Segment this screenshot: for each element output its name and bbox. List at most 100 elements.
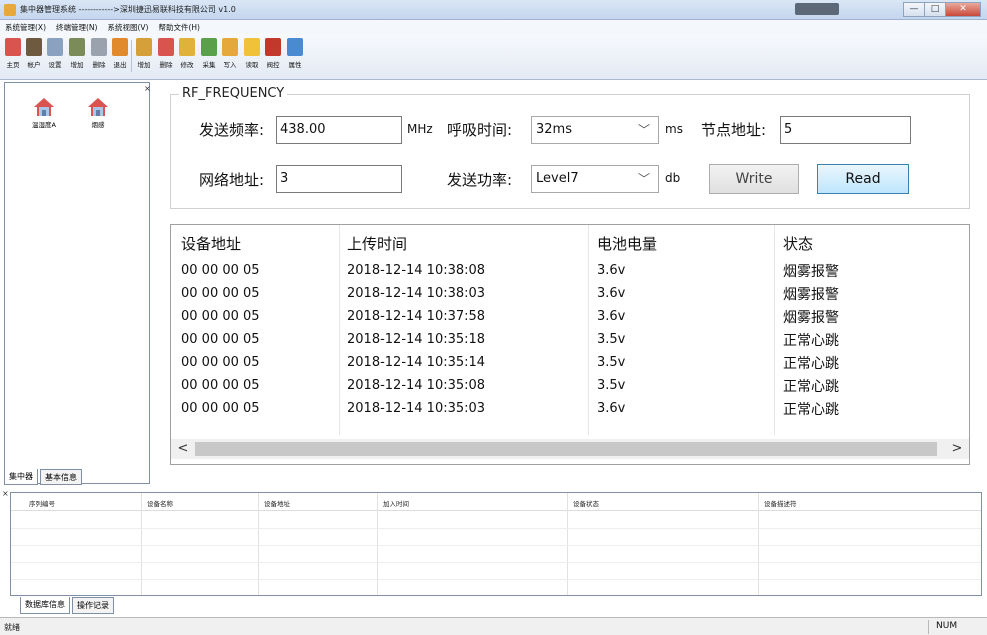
toolbar-button-label: 采集 [202, 61, 216, 69]
column-header[interactable]: 上传时间 [347, 233, 407, 254]
column-header[interactable]: 设备状态 [573, 498, 599, 508]
toolbar-button-label: 修改 [180, 61, 194, 69]
delete-icon [91, 38, 107, 56]
cell-device-address: 00 00 00 05 [181, 332, 260, 347]
cell-device-address: 00 00 00 05 [181, 286, 260, 301]
toolbar-button[interactable]: 修改 [178, 36, 196, 78]
tab-database-info[interactable]: 数据库信息 [20, 597, 70, 614]
breath-time-select[interactable]: 32ms ﹀ [531, 116, 659, 144]
cell-battery: 3.6v [597, 309, 626, 324]
table-row[interactable]: 00 00 00 05 2018-12-14 10:35:08 3.5v 正常心跳 [171, 374, 969, 397]
tab-concentrator[interactable]: 集中器 [4, 469, 38, 485]
column-header[interactable]: 加入时间 [383, 498, 409, 508]
cell-status: 正常心跳 [783, 379, 839, 395]
toolbar-button[interactable]: 写入 [221, 36, 239, 78]
device-item-temp-humidity[interactable]: 温湿度A [19, 97, 69, 129]
toolbar-button[interactable]: 阀控 [264, 36, 282, 78]
cell-status: 正常心跳 [783, 402, 839, 418]
column-header[interactable]: 设备地址 [264, 498, 290, 508]
toolbar-button[interactable]: 属性 [286, 36, 304, 78]
toolbar-button[interactable]: 增加 [68, 36, 86, 78]
left-panel-tabs: 集中器 基本信息 [4, 469, 84, 485]
read-button[interactable]: Read [817, 164, 909, 194]
toolbar-button-label: 读取 [245, 61, 259, 69]
column-header[interactable]: 设备描述符 [764, 498, 797, 508]
status-text: 就绪 [4, 623, 20, 632]
toolbar-button[interactable]: 退出 [111, 36, 129, 78]
send-power-select[interactable]: Level7 ﹀ [531, 165, 659, 193]
menu-bar: 系统管理(X) 终端管理(N) 系统视图(V) 帮助文件(H) [0, 20, 987, 34]
horizontal-scrollbar[interactable]: < > [171, 439, 969, 459]
gear-icon [47, 38, 63, 56]
send-frequency-input[interactable]: 438.00 [276, 116, 402, 144]
chevron-down-icon: ﹀ [637, 123, 650, 137]
user-icon [26, 38, 42, 56]
breath-time-value: 32ms [536, 122, 572, 137]
send-power-unit: db [665, 171, 681, 185]
column-header[interactable]: 设备地址 [181, 233, 241, 254]
menu-view[interactable]: 系统视图(V) [102, 20, 153, 34]
table-row[interactable]: 00 00 00 05 2018-12-14 10:35:14 3.5v 正常心跳 [171, 351, 969, 374]
toolbar-button[interactable]: 设置 [46, 36, 64, 78]
tab-operation-log[interactable]: 操作记录 [72, 597, 114, 614]
scroll-thumb[interactable] [195, 442, 937, 456]
cell-upload-time: 2018-12-14 10:38:03 [347, 286, 486, 301]
cell-status: 烟雾报警 [783, 287, 839, 303]
cell-device-address: 00 00 00 05 [181, 263, 260, 278]
cell-status: 正常心跳 [783, 356, 839, 372]
device-item-smoke[interactable]: 烟感 [73, 97, 123, 129]
scroll-right-icon[interactable]: > [949, 441, 965, 456]
minimize-button[interactable]: — [903, 2, 925, 17]
bottom-panel-close-icon[interactable]: × [2, 489, 9, 498]
table-row[interactable]: 00 00 00 05 2018-12-14 10:37:58 3.6v 烟雾报警 [171, 305, 969, 328]
table-row[interactable]: 00 00 00 05 2018-12-14 10:35:03 3.6v 正常心跳 [171, 397, 969, 420]
house-icon [87, 97, 109, 117]
toolbar-button[interactable]: 主页 [4, 36, 22, 78]
toolbar-button[interactable]: 删除 [90, 36, 108, 78]
left-panel-close-icon[interactable]: × [144, 84, 151, 93]
scroll-left-icon[interactable]: < [175, 441, 191, 456]
device-data-grid: 设备地址 上传时间 电池电量 状态 00 00 00 05 2018-12-14 … [170, 224, 970, 465]
toolbar-button[interactable]: 增加 [135, 36, 153, 78]
toolbar-button[interactable]: 删除 [157, 36, 175, 78]
tab-basic-info[interactable]: 基本信息 [40, 469, 82, 485]
column-header[interactable]: 设备名称 [147, 498, 173, 508]
table-row[interactable]: 00 00 00 05 2018-12-14 10:38:08 3.6v 烟雾报警 [171, 259, 969, 282]
column-header[interactable]: 序列编号 [29, 498, 55, 508]
toolbar-button-label: 帐户 [27, 61, 41, 69]
send-power-label: 发送功率: [447, 171, 513, 189]
menu-help[interactable]: 帮助文件(H) [153, 20, 205, 34]
toolbar-button-label: 主页 [6, 61, 20, 69]
menu-system[interactable]: 系统管理(X) [0, 20, 51, 34]
house-icon [33, 97, 55, 117]
table-row[interactable]: 00 00 00 05 2018-12-14 10:38:03 3.6v 烟雾报警 [171, 282, 969, 305]
toolbar-button[interactable]: 采集 [200, 36, 218, 78]
close-button[interactable]: ✕ [945, 2, 981, 17]
menu-terminal[interactable]: 终端管理(N) [51, 20, 102, 34]
toolbar-button-label: 退出 [113, 61, 127, 69]
add-bank-icon [69, 38, 85, 56]
group-title: RF_FREQUENCY [179, 86, 288, 101]
row-divider [11, 579, 981, 580]
toolbar-button-label: 设置 [48, 61, 62, 69]
cell-upload-time: 2018-12-14 10:35:03 [347, 401, 486, 416]
maximize-button[interactable]: □ [924, 2, 946, 17]
node-address-input[interactable]: 5 [780, 116, 911, 144]
toolbar-button[interactable]: 帐户 [25, 36, 43, 78]
window-title: 集中器管理系统 ------------>深圳捷迅易联科技有限公司 v1.0 [20, 5, 236, 14]
properties-icon [287, 38, 303, 56]
column-header[interactable]: 电池电量 [597, 233, 657, 254]
row-divider [11, 545, 981, 546]
grid-header: 设备地址 上传时间 电池电量 状态 [171, 225, 969, 259]
write-button[interactable]: Write [709, 164, 799, 194]
toolbar-button-label: 增加 [70, 61, 84, 69]
send-frequency-label: 发送频率: [199, 121, 265, 139]
cell-battery: 3.5v [597, 378, 626, 393]
node-address-label: 节点地址: [701, 121, 767, 139]
toolbar-button[interactable]: 读取 [243, 36, 261, 78]
table-row[interactable]: 00 00 00 05 2018-12-14 10:35:18 3.5v 正常心跳 [171, 328, 969, 351]
network-address-input[interactable]: 3 [276, 165, 402, 193]
cell-battery: 3.6v [597, 263, 626, 278]
column-header[interactable]: 状态 [783, 233, 813, 254]
read-icon [244, 38, 260, 56]
